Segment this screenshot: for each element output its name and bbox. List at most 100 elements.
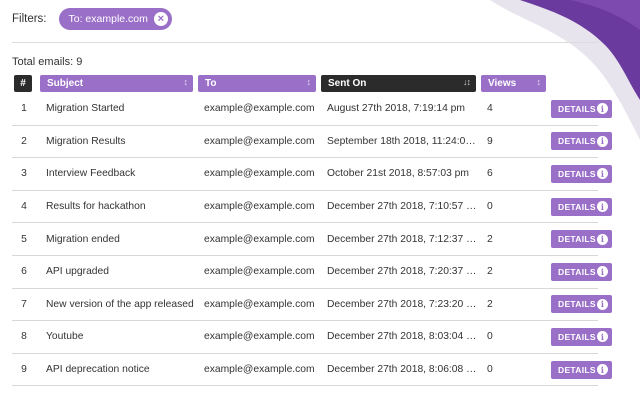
row-recipient: example@example.com [204, 364, 315, 376]
row-actions: DETAILS i [551, 158, 623, 190]
row-sent-on: December 27th 2018, 7:10:57 … [327, 201, 475, 213]
sort-icon[interactable]: ↕ [184, 77, 188, 87]
filter-chip-label: To: example.com [68, 13, 148, 25]
row-views: 2 [487, 266, 493, 278]
row-number: 3 [21, 168, 27, 180]
column-header-subject[interactable]: Subject ↕ [40, 75, 193, 92]
row-recipient: example@example.com [204, 168, 315, 180]
table-row: 5 Migration ended example@example.com Decem… [12, 223, 612, 256]
row-views: 0 [487, 331, 493, 343]
table-row: 2 Migration Results example@example.com Sep… [12, 126, 612, 159]
row-recipient: example@example.com [204, 331, 315, 343]
column-header-sent-on[interactable]: Sent On ↓↕ [321, 75, 476, 92]
filters-bar: Filters: To: example.com × [12, 8, 172, 30]
row-number: 2 [21, 135, 27, 147]
row-sent-on: December 27th 2018, 7:12:37 … [327, 233, 475, 245]
details-button[interactable]: DETAILS i [551, 262, 612, 281]
row-sent-on: October 21st 2018, 8:57:03 pm [327, 168, 469, 180]
column-header-views[interactable]: Views ↕ [481, 75, 546, 92]
filters-divider [12, 42, 598, 43]
details-button[interactable]: DETAILS i [551, 132, 612, 151]
sort-icon[interactable]: ↕ [307, 77, 311, 87]
row-number: 4 [21, 201, 27, 213]
row-recipient: example@example.com [204, 233, 315, 245]
details-button-label: DETAILS [558, 168, 596, 179]
sort-desc-icon[interactable]: ↓↕ [463, 77, 471, 87]
row-sent-on: December 27th 2018, 8:03:04 … [327, 331, 475, 343]
row-recipient: example@example.com [204, 266, 315, 278]
row-number: 5 [21, 233, 27, 245]
row-actions: DETAILS i [551, 223, 623, 255]
details-button[interactable]: DETAILS i [551, 99, 612, 118]
table-row: 4 Results for hackathon example@example.co… [12, 191, 612, 224]
details-button[interactable]: DETAILS i [551, 164, 612, 183]
row-actions: DETAILS i [551, 191, 623, 223]
row-sent-on: August 27th 2018, 7:19:14 pm [327, 103, 465, 115]
total-emails-count: Total emails: 9 [12, 56, 83, 68]
filter-chip-to[interactable]: To: example.com × [58, 8, 172, 30]
details-button-label: DETAILS [558, 364, 596, 375]
row-views: 2 [487, 233, 493, 245]
info-icon: i [597, 266, 608, 278]
row-number: 1 [21, 103, 27, 115]
filters-label: Filters: [12, 13, 47, 25]
details-button[interactable]: DETAILS i [551, 295, 612, 314]
table-row: 1 Migration Started example@example.com Aug… [12, 93, 612, 126]
row-number: 7 [21, 298, 27, 310]
row-views: 6 [487, 168, 493, 180]
info-icon: i [597, 233, 608, 245]
row-views: 9 [487, 135, 493, 147]
info-icon: i [597, 364, 608, 376]
info-icon: i [597, 135, 608, 147]
row-actions: DETAILS i [551, 256, 623, 288]
row-sent-on: September 18th 2018, 11:24:0… [327, 135, 475, 147]
row-number: 6 [21, 266, 27, 278]
details-button-label: DETAILS [558, 234, 596, 245]
row-subject: Results for hackathon [46, 201, 146, 213]
details-button-label: DETAILS [558, 331, 596, 342]
details-button[interactable]: DETAILS i [551, 197, 612, 216]
row-actions: DETAILS i [551, 354, 623, 386]
row-subject: Migration Results [46, 135, 126, 147]
row-number: 8 [21, 331, 27, 343]
details-button[interactable]: DETAILS i [551, 360, 612, 379]
details-button[interactable]: DETAILS i [551, 230, 612, 249]
table-row: 9 API deprecation notice example@example.c… [12, 354, 612, 387]
column-header-to[interactable]: To ↕ [198, 75, 316, 92]
row-sent-on: December 27th 2018, 8:06:08 … [327, 364, 475, 376]
info-icon: i [597, 168, 608, 180]
table-header: # Subject ↕ To ↕ Sent On ↓↕ Views ↕ [0, 75, 640, 92]
table-row: 7 New version of the app released example@… [12, 289, 612, 322]
row-sent-on: December 27th 2018, 7:20:37 … [327, 266, 475, 278]
row-subject: Migration Started [46, 103, 125, 115]
details-button[interactable]: DETAILS i [551, 327, 612, 346]
row-views: 0 [487, 201, 493, 213]
info-icon: i [597, 201, 608, 213]
row-subject: New version of the app released [46, 298, 194, 310]
row-views: 4 [487, 103, 493, 115]
details-button-label: DETAILS [558, 136, 596, 147]
close-icon[interactable]: × [153, 12, 168, 26]
row-actions: DETAILS i [551, 126, 623, 158]
row-recipient: example@example.com [204, 201, 315, 213]
row-actions: DETAILS i [551, 93, 623, 125]
details-button-label: DETAILS [558, 201, 596, 212]
row-actions: DETAILS i [551, 321, 623, 353]
row-views: 0 [487, 364, 493, 376]
sort-icon[interactable]: ↕ [537, 77, 541, 87]
table-row: 6 API upgraded example@example.com December… [12, 256, 612, 289]
row-recipient: example@example.com [204, 135, 315, 147]
details-button-label: DETAILS [558, 103, 596, 114]
row-subject: API upgraded [46, 266, 109, 278]
row-actions: DETAILS i [551, 289, 623, 321]
table-row: 3 Interview Feedback example@example.com Oc… [12, 158, 612, 191]
row-subject: Migration ended [46, 233, 120, 245]
row-subject: Youtube [46, 331, 84, 343]
row-views: 2 [487, 298, 493, 310]
table-row: 8 Youtube example@example.com December 27th… [12, 321, 612, 354]
row-number: 9 [21, 364, 27, 376]
info-icon: i [597, 298, 608, 310]
details-button-label: DETAILS [558, 299, 596, 310]
info-icon: i [597, 331, 608, 343]
column-header-number: # [14, 75, 32, 92]
